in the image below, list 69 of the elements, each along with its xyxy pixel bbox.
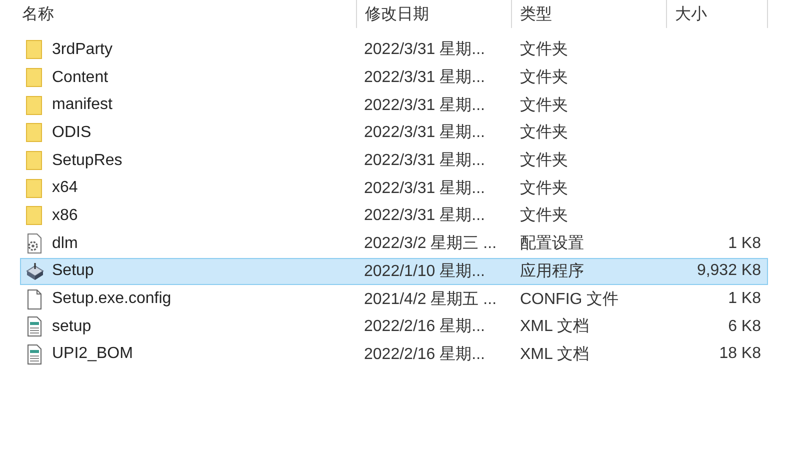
modified-date: 2022/3/31 星期...: [363, 68, 486, 88]
gear-file-icon: [25, 233, 44, 254]
folder-icon: [25, 122, 44, 144]
file-type: 应用程序: [519, 262, 585, 282]
file-name: 3rdParty: [52, 40, 112, 59]
modified-date: 2022/3/31 星期...: [363, 206, 486, 226]
modified-date: 2021/4/2 星期五 ...: [363, 290, 498, 310]
blank-file-icon: [25, 288, 44, 310]
modified-date: 2022/3/31 星期...: [363, 151, 486, 172]
file-row[interactable]: 3rdParty 2022/3/31 星期... 文件夹: [20, 36, 768, 64]
modified-date: 2022/1/10 星期...: [363, 262, 486, 282]
file-type: 文件夹: [519, 122, 569, 144]
file-row[interactable]: ODIS 2022/3/31 星期... 文件夹: [20, 119, 768, 147]
folder-icon: [25, 150, 44, 172]
file-row[interactable]: Setup.exe.config 2021/4/2 星期五 ... CONFIG 文件 1 K8: [20, 285, 768, 313]
file-name: x64: [52, 179, 78, 198]
modified-date: 2022/3/31 星期...: [363, 96, 486, 116]
file-size: 6 K8: [727, 318, 762, 336]
file-type: 文件夹: [519, 96, 569, 116]
file-name: Setup.exe.config: [52, 290, 172, 308]
file-type: XML 文档: [519, 344, 590, 365]
file-type: CONFIG 文件: [519, 290, 620, 310]
file-name: manifest: [52, 96, 112, 114]
file-type: 文件夹: [519, 68, 569, 88]
file-row[interactable]: manifest 2022/3/31 星期... 文件夹: [20, 91, 768, 120]
file-name: Content: [52, 68, 108, 87]
file-name: ODIS: [52, 124, 92, 142]
folder-icon: [25, 205, 44, 226]
modified-date: 2022/3/31 星期...: [363, 123, 486, 144]
file-type: XML 文档: [519, 316, 590, 338]
file-type: 文件夹: [519, 40, 569, 60]
file-row[interactable]: UPI2_BOM 2022/2/16 星期... XML 文档 18 K8: [20, 340, 768, 368]
file-size: 9,932 K8: [696, 262, 762, 280]
installer-icon: [25, 260, 44, 282]
modified-date: 2022/2/16 星期...: [363, 344, 486, 365]
column-header[interactable]: 修改日期: [356, 0, 511, 28]
modified-date: 2022/3/31 星期...: [363, 178, 486, 199]
file-type: 文件夹: [519, 150, 569, 172]
file-name: setup: [52, 318, 92, 336]
file-type: 文件夹: [519, 206, 569, 226]
modified-date: 2022/3/31 星期...: [363, 40, 486, 60]
file-row[interactable]: dlm 2022/3/2 星期三 ... 配置设置 1 K8: [20, 230, 768, 258]
file-name: Setup: [52, 262, 94, 280]
file-row[interactable]: SetupRes 2022/3/31 星期... 文件夹: [20, 146, 768, 174]
file-name: SetupRes: [52, 152, 122, 170]
file-row[interactable]: x86 2022/3/31 星期... 文件夹: [20, 202, 768, 230]
folder-icon: [25, 94, 44, 116]
folder-icon: [25, 178, 44, 199]
file-row[interactable]: Content 2022/3/31 星期... 文件夹: [20, 64, 768, 92]
file-type: 配置设置: [519, 234, 585, 254]
xml-file-icon: [25, 316, 44, 338]
modified-date: 2022/2/16 星期...: [363, 317, 486, 338]
file-row[interactable]: x64 2022/3/31 星期... 文件夹: [20, 174, 768, 202]
file-size: 1 K8: [727, 290, 762, 308]
file-name: dlm: [52, 234, 78, 253]
file-row[interactable]: setup 2022/2/16 星期... XML 文档 6 K8: [20, 312, 768, 341]
folder-icon: [25, 67, 44, 88]
column-header[interactable]: 名称: [0, 0, 356, 28]
modified-date: 2022/3/2 星期三 ...: [363, 234, 498, 254]
file-name: x86: [52, 206, 78, 225]
file-name: UPI2_BOM: [52, 345, 133, 364]
xml-file-icon: [25, 344, 44, 365]
file-type: 文件夹: [519, 178, 569, 199]
file-size: 1 K8: [727, 234, 762, 253]
folder-icon: [25, 39, 44, 60]
column-header[interactable]: 大小: [666, 0, 768, 28]
file-row[interactable]: Setup 2022/1/10 星期... 应用程序 9,932 K8: [20, 258, 768, 286]
file-size: 18 K8: [718, 345, 762, 364]
column-header[interactable]: 类型: [511, 0, 666, 28]
